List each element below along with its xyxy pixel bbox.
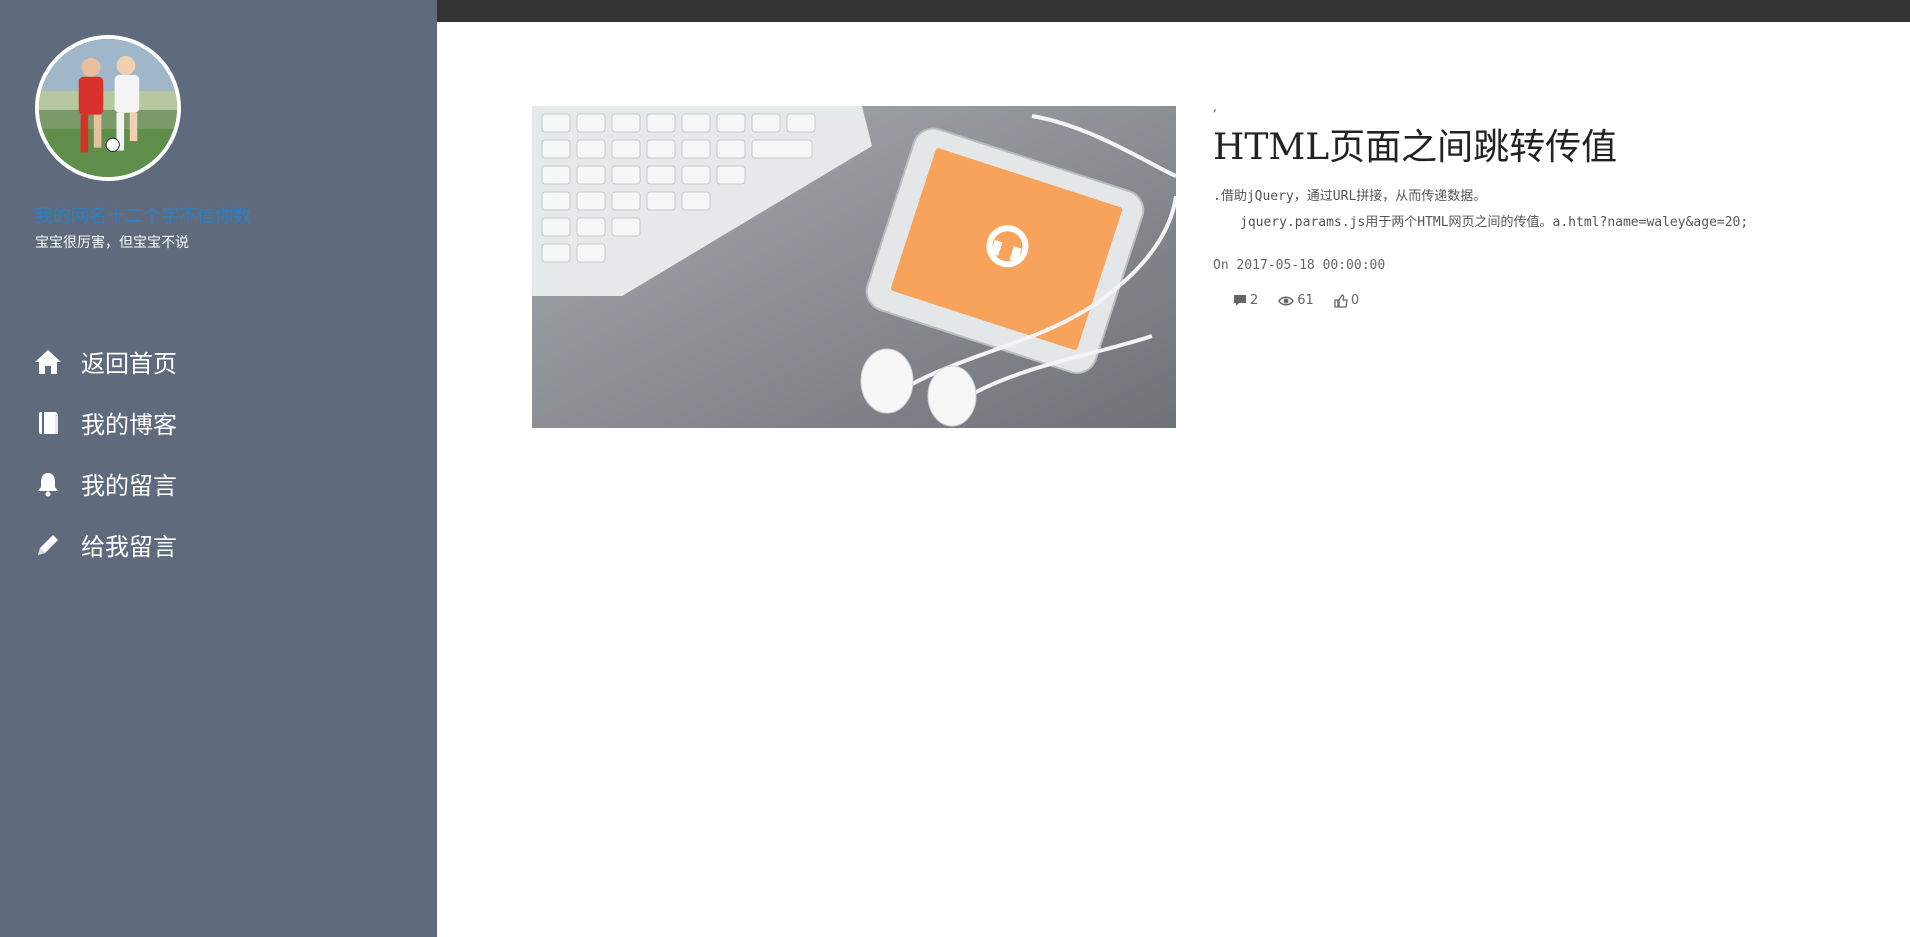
nav-label-messages: 我的留言 — [81, 472, 177, 500]
nav-item-blog[interactable]: 我的博客 — [33, 392, 177, 453]
nav-label-blog: 我的博客 — [81, 411, 177, 439]
nav-item-messages[interactable]: 我的留言 — [33, 453, 177, 514]
post-thumbnail[interactable] — [532, 106, 1176, 428]
nav-item-leave-message[interactable]: 给我留言 — [33, 514, 177, 575]
likes-count: 0 — [1350, 293, 1360, 308]
top-bar — [437, 0, 1910, 22]
book-icon — [33, 408, 63, 438]
home-icon — [33, 347, 63, 377]
comment-icon — [1234, 295, 1246, 306]
nav-label-leave-message: 给我留言 — [81, 533, 177, 561]
nav-item-home[interactable]: 返回首页 — [33, 331, 177, 392]
pencil-icon — [33, 530, 63, 560]
post-date: On 2017-05-18 00:00:00 — [1213, 258, 1386, 273]
views-stat[interactable]: 61 — [1278, 293, 1314, 308]
nav-label-home: 返回首页 — [81, 350, 177, 378]
views-count: 61 — [1297, 293, 1314, 308]
site-motto: 宝宝很厉害，但宝宝不说 — [35, 235, 189, 251]
thumbs-up-icon — [1334, 293, 1348, 308]
post-excerpt-line2: jquery.params.js用于两个HTML网页之间的传值。a.html?n… — [1240, 215, 1749, 230]
avatar-image — [39, 39, 177, 177]
post-title[interactable]: HTML页面之间跳转传值 — [1213, 118, 1617, 170]
eye-icon — [1278, 296, 1295, 305]
post-excerpt-line1: .借助jQuery，通过URL拼接，从而传递数据。 — [1213, 189, 1487, 204]
sidebar-nav: 返回首页 我的博客 我的留言 给我留言 — [33, 331, 177, 575]
comments-stat[interactable]: 2 — [1233, 293, 1258, 308]
post-tick: , — [1213, 100, 1217, 114]
sidebar: 我的网名十二个字不信你数 宝宝很厉害，但宝宝不说 返回首页 我的博客 我的留言 … — [0, 0, 437, 937]
comments-count: 2 — [1250, 293, 1259, 308]
likes-stat[interactable]: 0 — [1334, 293, 1359, 308]
site-name[interactable]: 我的网名十二个字不信你数 — [35, 202, 251, 228]
post-thumbnail-image — [532, 106, 1176, 428]
avatar[interactable] — [35, 35, 181, 181]
bell-icon — [33, 469, 63, 499]
post-stats: 2 61 0 — [1233, 293, 1359, 308]
